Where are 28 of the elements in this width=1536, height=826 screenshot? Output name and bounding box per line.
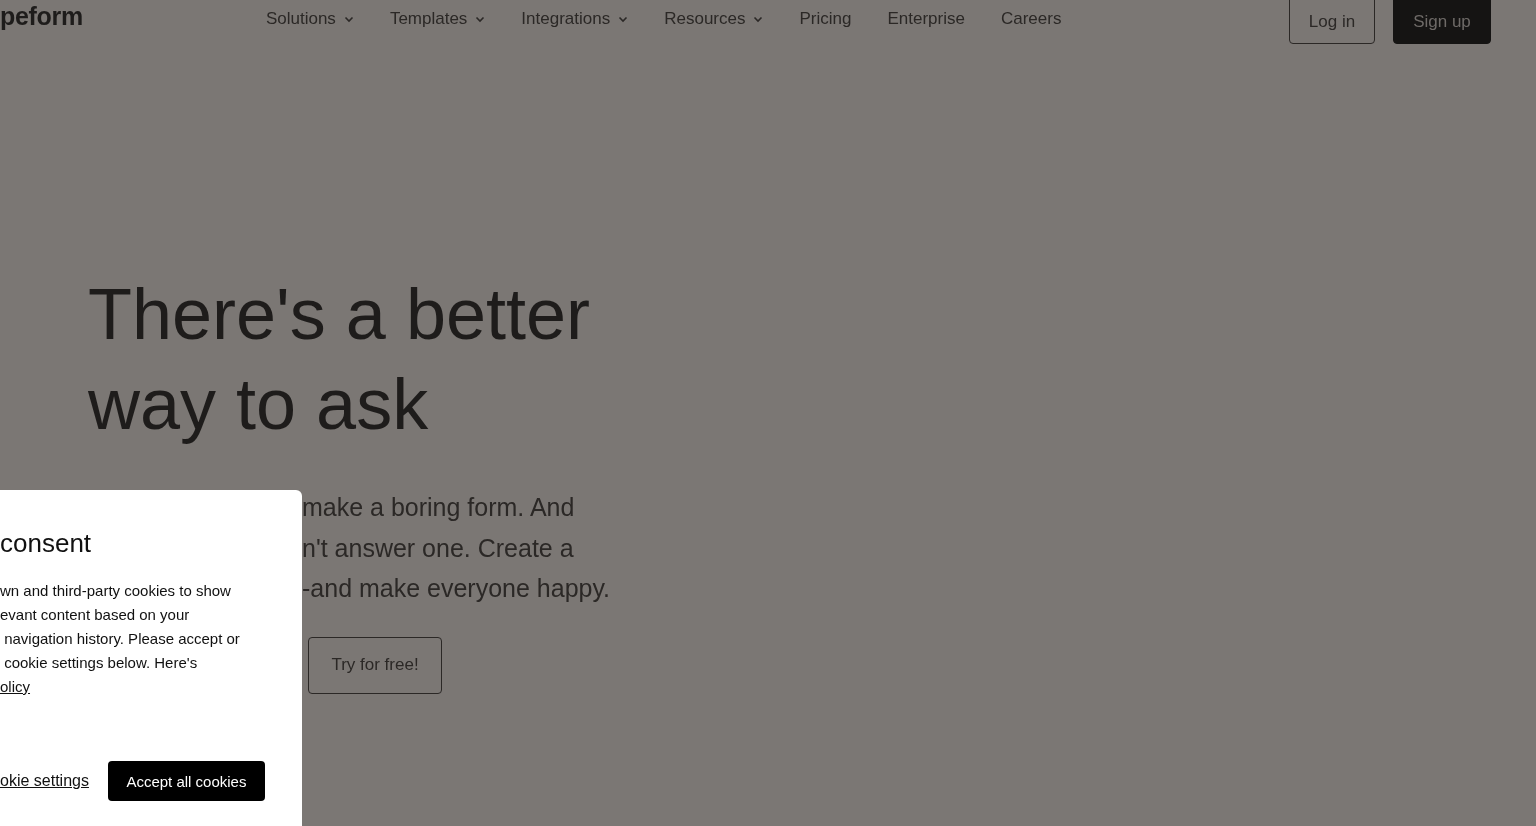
- nav-link[interactable]: Pricing: [799, 9, 852, 29]
- cookie-settings-link[interactable]: okie settings: [0, 772, 89, 790]
- chevron-down-icon: [475, 15, 486, 23]
- hero-text: make a boring form. And: [302, 492, 575, 523]
- logo[interactable]: peform: [0, 2, 83, 31]
- nav-link[interactable]: Careers: [1000, 9, 1062, 29]
- try-free-button[interactable]: Try for free!: [308, 636, 442, 694]
- hero-text: n't answer one. Create a: [302, 532, 574, 564]
- chevron-down-icon: [618, 15, 629, 23]
- dialog-text: wn and third-party cookies to show: [0, 581, 231, 601]
- dialog-text: evant content based on your: [0, 605, 190, 625]
- hero-text: -and make everyone happy.: [302, 573, 611, 604]
- nav-dropdown[interactable]: Integrations: [521, 9, 629, 29]
- login-button[interactable]: Log in: [1289, 0, 1375, 44]
- nav-dropdown[interactable]: Templates: [389, 9, 486, 29]
- dialog-text: cookie settings below. Here's: [3, 653, 198, 673]
- nav-dropdown[interactable]: Resources: [664, 9, 764, 29]
- policy-link[interactable]: olicy: [0, 675, 30, 699]
- hero-title: There's a better: [88, 273, 590, 356]
- hero-title: way to ask: [88, 363, 429, 446]
- chevron-down-icon: [343, 15, 354, 23]
- chevron-down-icon: [753, 15, 764, 23]
- nav-link[interactable]: Enterprise: [887, 9, 965, 29]
- nav-dropdown[interactable]: Solutions: [265, 9, 354, 29]
- dialog-text: navigation history. Please accept or: [3, 629, 240, 649]
- signup-button[interactable]: Sign up: [1393, 0, 1491, 44]
- dialog-title: consent: [0, 528, 93, 559]
- accept-cookies-button[interactable]: Accept all cookies: [107, 761, 265, 801]
